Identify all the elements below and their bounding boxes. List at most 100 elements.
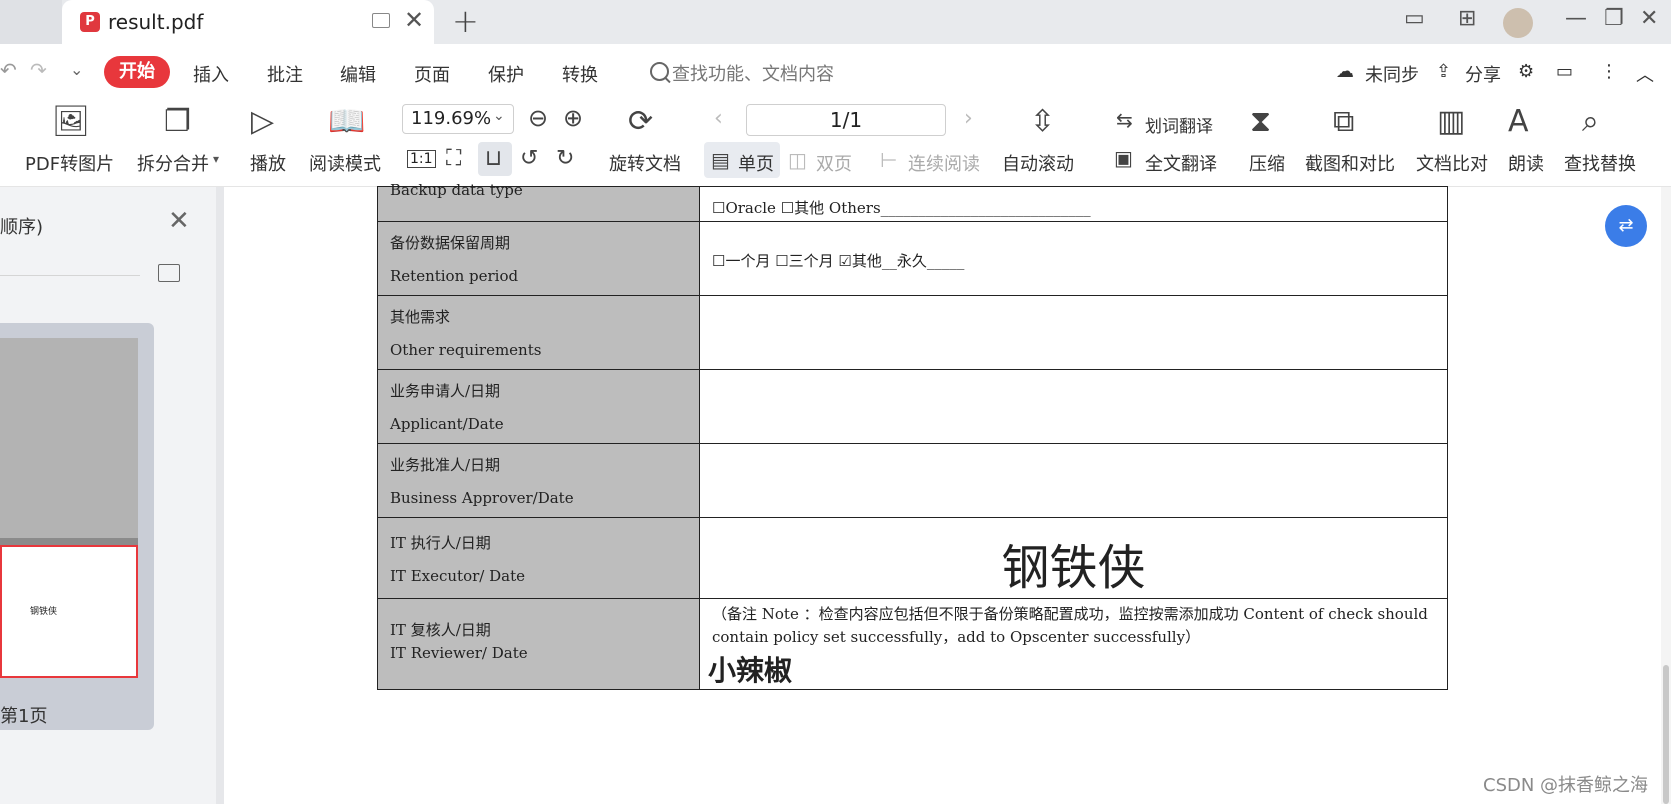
row-value-cell (699, 443, 1448, 518)
split-merge-icon: ❐ (164, 104, 191, 139)
row-label-en: IT Reviewer/ Date (390, 644, 528, 662)
menu-annotate[interactable]: 批注 (267, 61, 303, 87)
row-label-en: Backup data type (390, 181, 523, 199)
table-row: 业务批准人/日期 Business Approver/Date (377, 443, 1448, 518)
fit-page-icon[interactable]: ⛶ (446, 146, 461, 171)
rotate-left-icon[interactable]: ↺ (520, 146, 538, 171)
row-label-en: IT Executor/ Date (390, 567, 525, 585)
row-value-cell: （备注 Note ：检查内容应包括但不限于备份策略配置成功，监控按需添加成功 C… (699, 598, 1448, 690)
grid-icon[interactable]: ⊞ (1458, 6, 1476, 31)
new-tab-button[interactable]: + (452, 2, 479, 40)
watermark: CSDN @抹香鲸之海 (1483, 775, 1649, 796)
row-value-cell: ☐一个月 ☐三个月 ☑其他__永久_____ (699, 221, 1448, 296)
image-view-icon[interactable] (158, 264, 180, 282)
table-row: 备份数据保留周期 Retention period ☐一个月 ☐三个月 ☑其他_… (377, 221, 1448, 296)
row-label-en: Business Approver/Date (390, 489, 574, 507)
row-label-cell: IT 执行人/日期 IT Executor/ Date (377, 517, 700, 599)
fit-width-icon: ⊔ (485, 146, 503, 171)
play-button[interactable]: 播放 (250, 150, 286, 176)
scrollbar-thumb[interactable] (1663, 665, 1669, 804)
auto-scroll-button[interactable]: 自动滚动 (1002, 150, 1074, 176)
rotate-document-icon: ⟳ (628, 104, 654, 139)
pdf-to-image-button[interactable]: PDF转图片 (25, 150, 114, 176)
screenshot-compare-button[interactable]: 截图和对比 (1305, 150, 1395, 176)
compress-button[interactable]: 压缩 (1249, 150, 1285, 176)
row-label-zh: 业务申请人/日期 (390, 382, 501, 400)
single-page-icon: ▤ (711, 148, 730, 172)
actual-size-button[interactable]: 1:1 (407, 150, 436, 168)
full-translate-icon: ▣ (1114, 146, 1133, 170)
settings-gear-icon[interactable]: ⚙ (1518, 61, 1534, 82)
read-aloud-button[interactable]: 朗读 (1508, 150, 1544, 176)
single-page-label: 单页 (738, 154, 774, 175)
menu-page[interactable]: 页面 (414, 61, 450, 87)
full-translate-button[interactable]: 全文翻译 (1145, 150, 1217, 176)
document-compare-button[interactable]: 文档比对 (1416, 150, 1488, 176)
share-icon[interactable]: ⇪ (1436, 61, 1451, 82)
thumbnail-signature: 钢铁侠 (30, 607, 58, 617)
next-page-icon[interactable]: › (964, 106, 973, 131)
thumbnail-page-label: 第1页 (0, 706, 48, 727)
split-merge-dropdown-icon[interactable]: ▾ (213, 152, 219, 166)
word-translate-icon: ⇆ (1116, 108, 1133, 132)
row-value-cell (699, 369, 1448, 444)
menu-convert[interactable]: 转换 (562, 61, 598, 87)
menu-edit[interactable]: 编辑 (340, 61, 376, 87)
double-page-button[interactable]: 双页 (816, 150, 852, 176)
page-number-input[interactable]: 1/1 (746, 104, 946, 136)
close-tab-icon[interactable]: ✕ (404, 6, 424, 34)
close-window-icon[interactable]: ✕ (1640, 6, 1658, 31)
previous-page-icon[interactable]: ‹ (714, 106, 723, 131)
home-tab[interactable] (0, 0, 62, 44)
more-menu-icon[interactable]: ⋮ (1600, 61, 1618, 82)
split-merge-button[interactable]: 拆分合并 (137, 150, 209, 176)
backup-type-options[interactable]: ☐Oracle ☐其他 Others______________________… (700, 187, 1447, 218)
row-label-zh: IT 复核人/日期 (390, 621, 491, 639)
redo-icon[interactable]: ↷ (30, 58, 47, 82)
application-form-table: Backup data type ☐Oracle ☐其他 Others_____… (377, 181, 1448, 690)
sidebar-splitter[interactable] (216, 187, 224, 804)
minimize-icon[interactable]: — (1565, 6, 1587, 31)
rotate-right-icon[interactable]: ↻ (556, 146, 574, 171)
find-replace-button[interactable]: 查找替换 (1564, 150, 1636, 176)
feature-search-input[interactable]: 查找功能、文档内容 (672, 60, 834, 86)
restore-icon[interactable]: ❐ (1604, 6, 1624, 31)
row-value-cell (699, 295, 1448, 370)
executor-signature: 钢铁侠 (1001, 540, 1146, 596)
row-label-cell: Backup data type (377, 181, 700, 222)
row-label-zh: IT 执行人/日期 (390, 534, 491, 552)
zoom-out-icon[interactable]: ⊖ (528, 104, 548, 132)
continuous-read-button[interactable]: 连续阅读 (908, 150, 980, 176)
sidebar-divider (0, 275, 140, 276)
row-label-cell: IT 复核人/日期 IT Reviewer/ Date (377, 598, 700, 690)
sidebar-close-icon[interactable]: ✕ (168, 206, 190, 236)
quick-access-dropdown-icon[interactable]: ⌄ (70, 60, 83, 79)
comment-icon[interactable]: ▭ (1556, 61, 1573, 82)
layout-icon[interactable]: ▭ (1404, 6, 1425, 31)
zoom-in-icon[interactable]: ⊕ (563, 104, 583, 132)
sidebar-title: 顺序) (0, 217, 44, 238)
retention-period-options[interactable]: ☐一个月 ☐三个月 ☑其他__永久_____ (700, 222, 1447, 271)
sync-status[interactable]: 未同步 (1365, 61, 1419, 87)
undo-icon[interactable]: ↶ (0, 58, 17, 82)
search-icon[interactable] (650, 62, 669, 81)
menu-protect[interactable]: 保护 (488, 61, 524, 87)
row-label-en: Applicant/Date (390, 415, 504, 433)
word-translate-button[interactable]: 划词翻译 (1145, 112, 1213, 137)
pin-tab-icon[interactable] (372, 13, 390, 28)
zoom-dropdown-icon[interactable]: ⌄ (493, 108, 505, 124)
document-compare-icon: ▥ (1437, 104, 1466, 139)
floating-translate-button[interactable]: ⇄ (1605, 205, 1647, 247)
menu-insert[interactable]: 插入 (193, 61, 229, 87)
collapse-ribbon-icon[interactable]: ︿ (1636, 61, 1654, 87)
avatar[interactable] (1503, 8, 1533, 38)
row-label-cell: 其他需求 Other requirements (377, 295, 700, 370)
read-mode-button[interactable]: 阅读模式 (309, 150, 381, 176)
rotate-document-button[interactable]: 旋转文档 (609, 150, 681, 176)
thumbnail-content (0, 338, 138, 538)
menu-start-tab[interactable]: 开始 (104, 56, 170, 88)
compress-icon: ⧗ (1250, 104, 1272, 139)
cloud-sync-icon[interactable]: ☁ (1336, 61, 1354, 82)
continuous-read-icon: ⊢ (880, 148, 898, 172)
share-button[interactable]: 分享 (1465, 61, 1501, 87)
